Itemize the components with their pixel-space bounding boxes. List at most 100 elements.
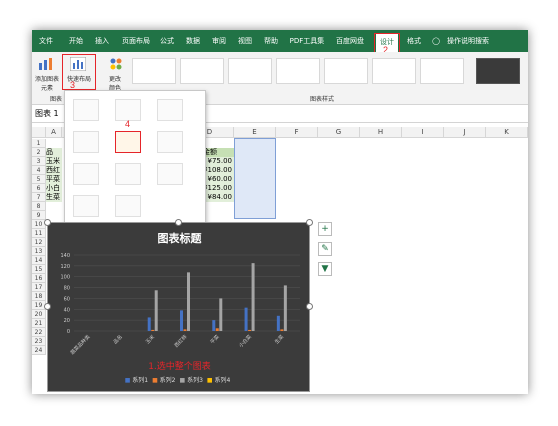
bar-系列2[interactable] [215,328,219,331]
layout-option-6[interactable] [157,131,183,153]
cell-a6[interactable]: 小白 [46,184,62,193]
row-header-16[interactable]: 16 [32,274,46,283]
chart-style-5[interactable] [324,58,368,84]
bar-系列3[interactable] [251,263,255,331]
resize-handle-tl[interactable] [44,219,51,226]
row-header-15[interactable]: 15 [32,265,46,274]
row-header-12[interactable]: 12 [32,238,46,247]
tab-review[interactable]: 审阅 [210,30,228,52]
bar-系列2[interactable] [151,329,155,331]
chart-elements-plus-icon[interactable]: + [318,222,332,236]
bar-系列3[interactable] [154,290,158,331]
select-all-corner[interactable] [32,127,46,138]
chart-legend[interactable]: ■ 系列1 ■ 系列2 ■ 系列3 ■ 系列4 [48,375,311,384]
row-header-21[interactable]: 21 [32,319,46,328]
row-header-8[interactable]: 8 [32,202,46,211]
layout-option-8[interactable] [115,163,141,185]
bar-系列1[interactable] [212,320,216,331]
row-header-2[interactable]: 2 [32,148,46,157]
bar-系列3[interactable] [283,285,287,331]
row-header-18[interactable]: 18 [32,292,46,301]
row-header-13[interactable]: 13 [32,247,46,256]
chart-filter-funnel-icon[interactable]: ▼ [318,262,332,276]
row-header-6[interactable]: 6 [32,184,46,193]
chart-style-8[interactable] [476,58,520,84]
layout-option-1[interactable] [73,99,99,121]
chart-style-4[interactable] [276,58,320,84]
tab-file[interactable]: 文件 [36,30,56,52]
row-header-22[interactable]: 22 [32,328,46,337]
tab-baidu-netdisk[interactable]: 百度网盘 [332,30,368,52]
tab-formulas[interactable]: 公式 [158,30,176,52]
row-header-7[interactable]: 7 [32,193,46,202]
row-header-11[interactable]: 11 [32,229,46,238]
chart-style-1[interactable] [132,58,176,84]
layout-option-3[interactable] [157,99,183,121]
tab-pdf-tools[interactable]: PDF工具集 [288,30,326,52]
row-header-17[interactable]: 17 [32,283,46,292]
cell-a5[interactable]: 平菜 [46,175,62,184]
layout-option-7[interactable] [73,163,99,185]
chart-style-6[interactable] [372,58,416,84]
row-header-5[interactable]: 5 [32,175,46,184]
bar-系列1[interactable] [276,315,280,331]
legend-item[interactable]: ■ 系列4 [207,377,230,384]
layout-option-4[interactable] [73,131,99,153]
resize-handle-l[interactable] [44,303,51,310]
tab-view[interactable]: 视图 [236,30,254,52]
cell-a4[interactable]: 西红 [46,166,62,175]
resize-handle-t[interactable] [175,219,182,226]
tab-home[interactable]: 开始 [66,30,86,52]
column-header-a[interactable]: A [46,127,62,138]
column-header-g[interactable]: G [318,127,360,138]
tell-me-search[interactable]: 操作说明搜索 [444,30,492,52]
row-header-24[interactable]: 24 [32,346,46,355]
add-chart-element-button[interactable]: 添加图表 元素 [32,74,62,92]
chart-styles-brush-icon[interactable]: ✎ [318,242,332,256]
layout-option-10[interactable] [73,195,99,217]
bar-系列2[interactable] [183,329,187,331]
layout-option-5[interactable] [115,131,141,153]
row-header-4[interactable]: 4 [32,166,46,175]
chart-style-2[interactable] [180,58,224,84]
cell-a2[interactable]: 品 [46,148,62,157]
cell-a3[interactable]: 玉米 [46,157,62,166]
layout-option-2[interactable] [115,99,141,121]
column-header-i[interactable]: I [402,127,444,138]
bar-系列2[interactable] [248,329,252,331]
column-header-k[interactable]: K [486,127,528,138]
resize-handle-r[interactable] [306,303,313,310]
row-header-9[interactable]: 9 [32,211,46,220]
column-header-f[interactable]: F [276,127,318,138]
chart-style-7[interactable] [420,58,464,84]
column-header-e[interactable]: E [234,127,276,138]
tab-page-layout[interactable]: 页面布局 [118,30,154,52]
row-header-20[interactable]: 20 [32,310,46,319]
tab-insert[interactable]: 插入 [92,30,112,52]
layout-option-11[interactable] [115,195,141,217]
legend-item[interactable]: ■ 系列3 [180,377,203,384]
tab-help[interactable]: 帮助 [262,30,280,52]
row-header-1[interactable]: 1 [32,139,46,148]
tab-data[interactable]: 数据 [184,30,202,52]
cell-a7[interactable]: 生菜 [46,193,62,202]
bar-系列1[interactable] [147,317,151,331]
bar-系列2[interactable] [280,329,284,331]
column-header-j[interactable]: J [444,127,486,138]
legend-item[interactable]: ■ 系列1 [125,377,148,384]
bar-系列1[interactable] [180,310,183,331]
bar-系列3[interactable] [219,298,223,331]
row-header-23[interactable]: 23 [32,337,46,346]
bar-系列1[interactable] [244,307,248,331]
resize-handle-tr[interactable] [306,219,313,226]
row-header-3[interactable]: 3 [32,157,46,166]
column-header-h[interactable]: H [360,127,402,138]
name-box[interactable]: 图表 1 [35,108,59,119]
tab-format[interactable]: 格式 [404,30,424,52]
legend-item[interactable]: ■ 系列2 [152,377,175,384]
row-header-14[interactable]: 14 [32,256,46,265]
chart-object[interactable]: 图表标题 0 20 40 60 80 100 120 140 蔬菜品种类 品名 玉米 西红柿 平菜 小白菜… [47,222,310,392]
chart-style-3[interactable] [228,58,272,84]
layout-option-9[interactable] [157,163,183,185]
bar-系列3[interactable] [187,272,190,331]
